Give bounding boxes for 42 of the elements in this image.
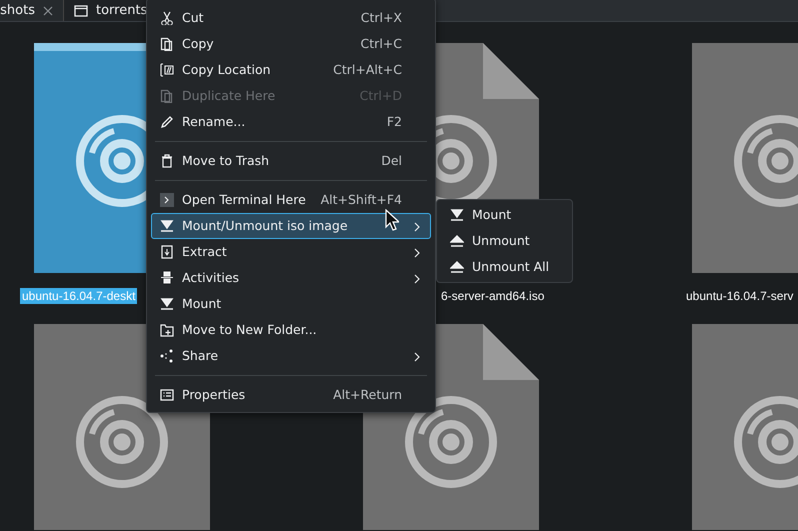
chevron-right-icon [414, 274, 420, 284]
menu-item[interactable]: Share [151, 343, 431, 369]
duplicate-icon [160, 89, 174, 103]
menu-item[interactable]: Move to New Folder... [151, 317, 431, 343]
menu-item[interactable]: Move to Trash Del [151, 148, 431, 174]
copy-icon [160, 37, 174, 51]
close-icon[interactable] [43, 6, 53, 16]
eject-icon [450, 260, 464, 274]
trash-icon [160, 154, 174, 168]
submenu-item[interactable]: Mount [441, 202, 568, 228]
mount-icon [160, 219, 174, 233]
new-folder-icon [160, 323, 174, 337]
activities-icon [160, 271, 174, 285]
terminal-icon [160, 193, 174, 207]
submenu-item[interactable]: Unmount All [441, 254, 568, 280]
pencil-icon [160, 115, 174, 129]
eject-icon [450, 234, 464, 248]
file-name[interactable]: 6-server-amd64.iso [439, 288, 546, 304]
menu-item[interactable]: Mount [151, 291, 431, 317]
tab[interactable]: shots [0, 0, 64, 21]
chevron-right-icon [414, 248, 420, 258]
menu-item[interactable]: Extract [151, 239, 431, 265]
share-icon [160, 349, 174, 363]
scissors-icon [160, 11, 174, 25]
menu-item[interactable]: Copy Ctrl+C [151, 31, 431, 57]
menu-item[interactable]: Properties Alt+Return [151, 382, 431, 408]
menu-item[interactable]: Open Terminal Here Alt+Shift+F4 [151, 187, 431, 213]
extract-icon [160, 245, 174, 259]
file-name[interactable]: ubuntu-16.04.7-serv [684, 288, 796, 304]
menu-item[interactable]: Activities [151, 265, 431, 291]
mouse-cursor-icon [385, 209, 399, 231]
chevron-right-icon [414, 352, 420, 362]
folder-icon [74, 4, 88, 16]
menu-item[interactable]: Copy Location Ctrl+Alt+C [151, 57, 431, 83]
chevron-right-icon [414, 222, 420, 232]
menu-item[interactable]: Mount/Unmount iso image [151, 213, 431, 239]
submenu-item[interactable]: Unmount [441, 228, 568, 254]
menu-item[interactable]: Rename... F2 [151, 109, 431, 135]
properties-icon [160, 388, 174, 402]
mount-icon [450, 208, 464, 222]
mount-icon [160, 297, 174, 311]
copy-location-icon [160, 63, 174, 77]
